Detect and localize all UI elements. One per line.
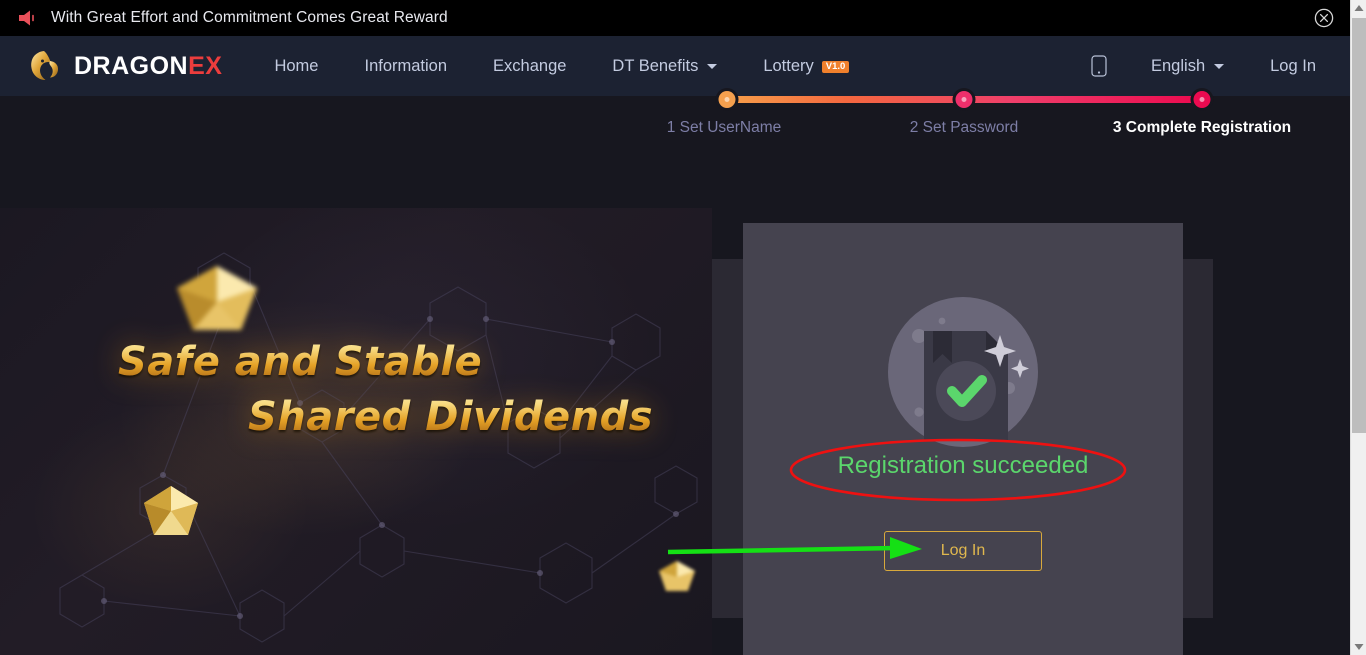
scrollbar-thumb[interactable] xyxy=(1352,18,1366,433)
nav-item-exchange[interactable]: Exchange xyxy=(493,57,566,76)
scroll-down-arrow-icon[interactable] xyxy=(1351,638,1366,655)
hero-title-line-1: Safe and Stable xyxy=(0,336,700,389)
nav-item-information[interactable]: Information xyxy=(364,57,447,76)
stepper-label-3: 3 Complete Registration xyxy=(1112,119,1292,136)
main-navbar: DRAGONEX Home Information Exchange DT Be… xyxy=(0,36,1350,96)
logo-text: DRAGONEX xyxy=(74,51,223,80)
nav-item-lottery[interactable]: Lottery V1.0 xyxy=(763,56,850,76)
chevron-down-icon xyxy=(707,63,718,69)
hero-title: Safe and Stable Shared Dividends xyxy=(0,336,700,444)
stepper-label-1: 1 Set UserName xyxy=(666,119,782,136)
nav-login-link[interactable]: Log In xyxy=(1270,57,1316,76)
announcement-bar: With Great Effort and Commitment Comes G… xyxy=(0,0,1350,36)
nav-item-home[interactable]: Home xyxy=(274,57,318,76)
document-check-illustration xyxy=(888,297,1038,447)
stepper-dot-3[interactable] xyxy=(1193,91,1211,108)
lottery-version-badge: V1.0 xyxy=(821,60,850,74)
login-button[interactable]: Log In xyxy=(884,531,1042,571)
nav-item-lottery-label: Lottery xyxy=(763,56,814,75)
dragon-head-icon xyxy=(31,51,59,80)
nav-item-home-label: Home xyxy=(274,56,319,75)
nav-item-exchange-label: Exchange xyxy=(493,56,567,75)
vertical-scrollbar[interactable] xyxy=(1350,0,1366,655)
close-icon[interactable] xyxy=(1314,8,1334,28)
logo-text-primary: DRAGON xyxy=(74,51,189,80)
scroll-up-arrow-icon[interactable] xyxy=(1351,0,1366,17)
announcement-text: With Great Effort and Commitment Comes G… xyxy=(51,9,448,26)
megaphone-icon xyxy=(19,10,34,26)
mobile-phone-icon[interactable] xyxy=(1091,55,1107,77)
page-root: With Great Effort and Commitment Comes G… xyxy=(0,0,1366,655)
stepper-dot-2[interactable] xyxy=(955,91,973,108)
language-label: English xyxy=(1151,56,1206,75)
nav-links: Home Information Exchange DT Benefits Lo… xyxy=(274,56,850,76)
nav-item-dt-benefits[interactable]: DT Benefits xyxy=(612,56,718,76)
hero-title-line-2: Shared Dividends xyxy=(0,391,700,444)
gold-crystal-right-icon xyxy=(659,561,695,591)
promo-hero: Safe and Stable Shared Dividends xyxy=(0,208,712,655)
stepper-dot-1[interactable] xyxy=(718,91,736,108)
language-selector[interactable]: English xyxy=(1151,56,1225,76)
logo-text-accent: EX xyxy=(188,51,223,80)
gold-crystal-top-icon xyxy=(177,266,257,330)
nav-item-dt-benefits-label: DT Benefits xyxy=(612,56,699,75)
site-logo[interactable]: DRAGONEX xyxy=(28,49,222,83)
chevron-down-icon xyxy=(1214,63,1225,69)
nav-right-group: English Log In xyxy=(1091,55,1316,77)
nav-item-information-label: Information xyxy=(364,56,448,75)
gold-crystal-bottom-icon xyxy=(144,486,198,535)
success-message: Registration succeeded xyxy=(837,452,1089,479)
stepper-label-2: 2 Set Password xyxy=(909,119,1019,136)
